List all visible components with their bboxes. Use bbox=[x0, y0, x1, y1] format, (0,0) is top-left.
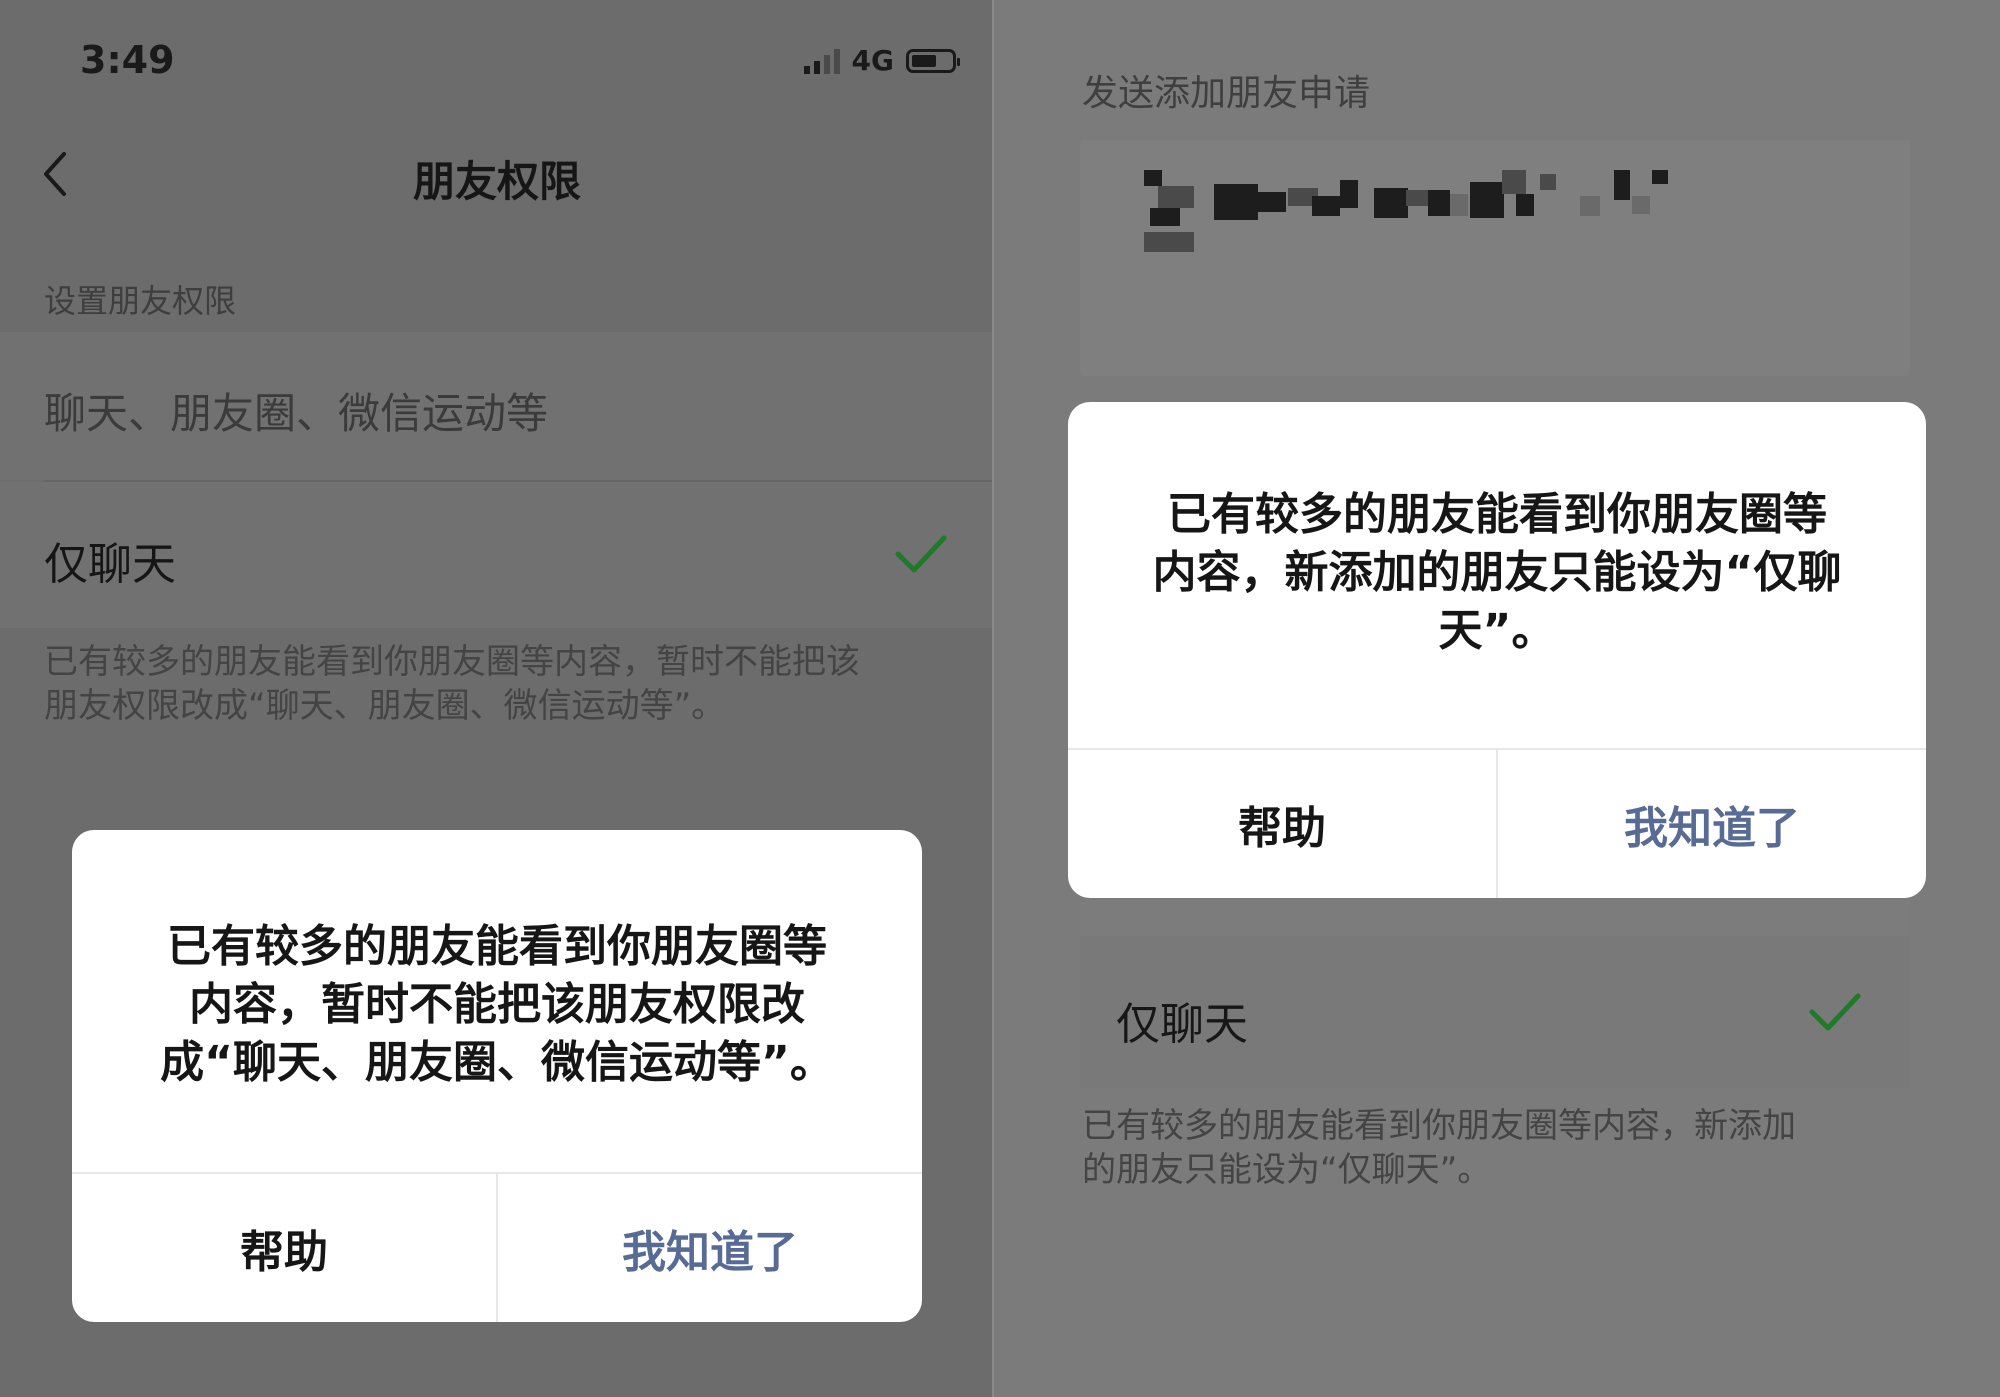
section-label: 发送添加朋友申请 bbox=[1082, 73, 1371, 114]
dialog-message-line: 内容，暂时不能把该朋友权限改 bbox=[189, 979, 805, 1030]
alert-dialog: 已有较多的朋友能看到你朋友圈等 内容，新添加的朋友只能设为“仅聊 天”。 帮助 … bbox=[1068, 402, 1926, 898]
dialog-message: 已有较多的朋友能看到你朋友圈等 内容，新添加的朋友只能设为“仅聊 天”。 bbox=[1128, 486, 1866, 660]
footnote-line: 朋友权限改成“聊天、朋友圈、微信运动等”。 bbox=[44, 686, 726, 726]
section-label: 设置朋友权限 bbox=[44, 282, 237, 320]
dialog-message-line: 成“聊天、朋友圈、微信运动等”。 bbox=[160, 1037, 834, 1088]
option-chat-only[interactable]: 仅聊天 bbox=[1080, 936, 1910, 1088]
option-label: 仅聊天 bbox=[44, 539, 176, 590]
pixelated-text bbox=[1144, 170, 1784, 280]
dialog-message-line: 已有较多的朋友能看到你朋友圈等 bbox=[167, 921, 827, 972]
permission-footnote: 已有较多的朋友能看到你朋友圈等内容，新添加 的朋友只能设为“仅聊天”。 bbox=[1082, 1104, 1796, 1192]
network-type: 4G bbox=[851, 44, 894, 77]
dialog-buttons: 帮助 我知道了 bbox=[72, 1172, 922, 1322]
battery-icon bbox=[906, 48, 960, 73]
signal-icon bbox=[803, 48, 840, 74]
got-it-button[interactable]: 我知道了 bbox=[1498, 750, 1926, 898]
got-it-button[interactable]: 我知道了 bbox=[498, 1174, 922, 1322]
option-label: 聊天、朋友圈、微信运动等 bbox=[44, 389, 549, 438]
status-icons: 4G bbox=[803, 44, 960, 77]
status-time: 3:49 bbox=[80, 38, 175, 82]
right-screen: 发送添加朋友申请 仅聊天 已有较多的朋友能看到你朋友圈等内容，新添加 的朋友只能… bbox=[994, 0, 2000, 1397]
option-chat-moments-werun[interactable]: 聊天、朋友圈、微信运动等 bbox=[0, 332, 994, 480]
checkmark-icon bbox=[1809, 993, 1861, 1031]
dialog-message-line: 已有较多的朋友能看到你朋友圈等 bbox=[1167, 489, 1827, 540]
page-title: 朋友权限 bbox=[412, 157, 581, 206]
alert-dialog: 已有较多的朋友能看到你朋友圈等 内容，暂时不能把该朋友权限改 成“聊天、朋友圈、… bbox=[72, 830, 922, 1322]
checkmark-icon bbox=[895, 535, 947, 573]
footnote-line: 已有较多的朋友能看到你朋友圈等内容，新添加 bbox=[1082, 1106, 1796, 1146]
left-screen: 3:49 4G 朋友权限 设置朋友权限 聊天、朋友圈、微信运动等 仅聊天 已有较… bbox=[0, 0, 994, 1397]
option-label: 仅聊天 bbox=[1116, 999, 1248, 1050]
help-button[interactable]: 帮助 bbox=[1068, 750, 1498, 898]
dialog-message-line: 天”。 bbox=[1438, 605, 1556, 656]
footnote-line: 已有较多的朋友能看到你朋友圈等内容，暂时不能把该 bbox=[44, 642, 860, 682]
option-chat-only[interactable]: 仅聊天 bbox=[0, 482, 994, 628]
dialog-message-line: 内容，新添加的朋友只能设为“仅聊 bbox=[1152, 547, 1842, 598]
dialog-message: 已有较多的朋友能看到你朋友圈等 内容，暂时不能把该朋友权限改 成“聊天、朋友圈、… bbox=[142, 918, 852, 1092]
request-message-field[interactable] bbox=[1080, 140, 1910, 376]
permission-footnote: 已有较多的朋友能看到你朋友圈等内容，暂时不能把该 朋友权限改成“聊天、朋友圈、微… bbox=[44, 640, 860, 728]
option-row-edge bbox=[1080, 900, 1910, 936]
help-button[interactable]: 帮助 bbox=[72, 1174, 498, 1322]
dialog-buttons: 帮助 我知道了 bbox=[1068, 748, 1926, 898]
footnote-line: 的朋友只能设为“仅聊天”。 bbox=[1082, 1150, 1492, 1190]
